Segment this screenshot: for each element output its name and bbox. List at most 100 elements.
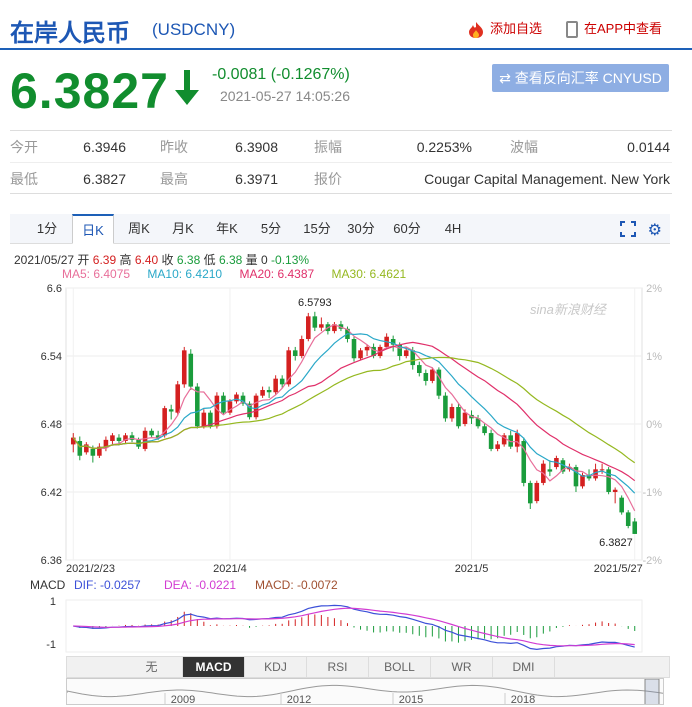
x-tick-label: 2021/2/23 xyxy=(66,563,115,575)
x-tick-label: 2021/4 xyxy=(213,563,247,575)
timeline-sparkline xyxy=(67,684,663,698)
candle-body xyxy=(279,378,285,385)
stat-label-open: 今开 xyxy=(10,139,38,155)
candle-body xyxy=(430,369,435,381)
stat-value-low: 6.3827 xyxy=(83,171,126,187)
candle-body xyxy=(619,497,624,513)
tab-4h[interactable]: 4H xyxy=(432,214,474,244)
stat-value-prev-close: 6.3908 xyxy=(235,139,278,155)
candle-body xyxy=(116,437,122,441)
candle-body xyxy=(90,448,96,456)
phone-icon xyxy=(566,21,578,39)
ohlc-low: 6.38 xyxy=(218,253,243,267)
axes-layer: 6.6 2% 6.54 1% 6.48 0% 6.42 -1% 6.36 -2% 6.5793 6.3… xyxy=(41,283,663,575)
macd-legend-label: DEA: -0.0221 xyxy=(164,578,236,592)
stats-table: 今开 6.3946 昨收 6.3908 振幅 0.2253% 波幅 0.0144… xyxy=(10,130,672,194)
candle-body xyxy=(514,433,520,447)
candle-body xyxy=(534,482,540,502)
candle-body xyxy=(299,339,305,356)
candle-body xyxy=(77,441,83,456)
y-tick-label: 6.54 xyxy=(41,351,62,363)
pct-tick-label: 1% xyxy=(646,351,662,363)
stat-label-high: 最高 xyxy=(160,171,188,187)
ohlc-date: 2021/05/27 xyxy=(14,253,75,267)
y-tick-label: 6.6 xyxy=(47,283,62,295)
indicator-tab-kdj[interactable]: KDJ xyxy=(245,657,307,677)
tab-monthly-k[interactable]: 月K xyxy=(162,214,204,244)
arrow-down-icon xyxy=(175,70,199,105)
tab-1min[interactable]: 1分 xyxy=(26,214,68,244)
candle-body xyxy=(110,435,115,441)
add-favorite-label: 添加自选 xyxy=(490,21,543,36)
tab-yearly-k[interactable]: 年K xyxy=(206,214,248,244)
stat-label-low: 最低 xyxy=(10,171,38,187)
candle-body xyxy=(456,407,461,427)
candle-body xyxy=(403,350,409,356)
candle-body xyxy=(319,324,324,328)
candle-body xyxy=(443,395,448,419)
candle-body xyxy=(306,316,311,339)
tab-5min[interactable]: 5分 xyxy=(250,214,292,244)
candle-body xyxy=(495,444,500,449)
timeline-navigator[interactable]: 2009 2012 2015 2018 xyxy=(66,678,664,705)
indicator-tab-wr[interactable]: WR xyxy=(431,657,493,677)
candle-body xyxy=(266,390,272,393)
quote-timestamp: 2021-05-27 14:05:26 xyxy=(220,88,350,104)
timeline-year-label: 2015 xyxy=(399,694,423,705)
gear-icon[interactable]: ⚙ xyxy=(648,220,662,240)
candle-body xyxy=(195,386,200,427)
current-price: 6.3827 xyxy=(10,63,169,119)
candle-body xyxy=(462,412,468,424)
candle-body xyxy=(292,350,298,356)
indicator-tab-dmi[interactable]: DMI xyxy=(493,657,555,677)
candle-body xyxy=(175,384,181,413)
ma10-value: MA10: 6.4210 xyxy=(147,267,223,281)
candle-body xyxy=(234,394,239,402)
tab-30min[interactable]: 30分 xyxy=(340,214,382,244)
candle-body xyxy=(358,350,363,359)
candle-body xyxy=(599,469,605,471)
indicator-tab-rsi[interactable]: RSI xyxy=(307,657,369,677)
open-in-app-button[interactable]: 在APP中查看 xyxy=(566,18,663,39)
last-price-label: 6.3827 xyxy=(599,537,633,549)
reverse-rate-button[interactable]: ⇄ 查看反向汇率 CNYUSD xyxy=(492,64,669,92)
reverse-rate-label: 查看反向汇率 CNYUSD xyxy=(514,70,662,86)
tab-15min[interactable]: 15分 xyxy=(296,214,338,244)
ohlc-pct: -0.13% xyxy=(271,253,310,267)
x-tick-label: 2021/5/27 xyxy=(594,563,643,575)
swap-icon: ⇄ xyxy=(499,70,515,86)
candle-body xyxy=(188,353,194,387)
candle-body xyxy=(625,512,631,526)
fullscreen-icon[interactable] xyxy=(620,221,636,237)
y-tick-label: 6.36 xyxy=(41,555,62,567)
tab-60min[interactable]: 60分 xyxy=(386,214,428,244)
ohlc-open-label: 开 xyxy=(77,253,90,267)
ma-legend: MA5: 6.4075 MA10: 6.4210 MA20: 6.4387 MA… xyxy=(62,267,420,281)
candle-body xyxy=(149,430,154,436)
tab-weekly-k[interactable]: 周K xyxy=(118,214,160,244)
open-in-app-label: 在APP中查看 xyxy=(584,21,663,36)
chart-grid xyxy=(65,287,643,561)
tab-daily-k[interactable]: 日K xyxy=(72,214,114,244)
macd-legend-label: DIF: -0.0257 xyxy=(74,578,141,592)
price-change: -0.0081 (-0.1267%) xyxy=(212,66,350,83)
pct-tick-label: 0% xyxy=(646,419,662,431)
stat-label-range: 波幅 xyxy=(510,139,538,155)
ohlc-high-label: 高 xyxy=(119,253,132,267)
indicator-tab-none[interactable]: 无 xyxy=(121,657,183,677)
candle-body xyxy=(449,407,455,419)
ma20-line xyxy=(72,341,636,482)
period-tabs: 1分 日K 周K 月K 年K 5分 15分 30分 60分 4H ⚙ xyxy=(10,214,670,244)
indicator-tab-boll[interactable]: BOLL xyxy=(369,657,431,677)
timeline-year-label: 2012 xyxy=(287,694,311,705)
ohlc-readout: 2021/05/27 开 6.39 高 6.40 收 6.38 低 6.38 量… xyxy=(14,251,309,268)
stat-value-range: 0.0144 xyxy=(627,139,670,155)
ohlc-vol: 0 xyxy=(261,253,268,267)
kline-chart[interactable]: sina新浪财经 6.6 2% 6.54 1% 6.48 0% 6.42 -1% 6.36 -2%… xyxy=(0,280,692,656)
add-favorite-button[interactable]: 添加自选 xyxy=(466,18,542,39)
candle-body xyxy=(168,409,174,412)
indicator-tab-macd[interactable]: MACD xyxy=(183,657,245,677)
ohlc-close-label: 收 xyxy=(161,253,174,267)
macd-y-tick: 1 xyxy=(50,596,56,608)
candles-layer xyxy=(70,311,638,534)
